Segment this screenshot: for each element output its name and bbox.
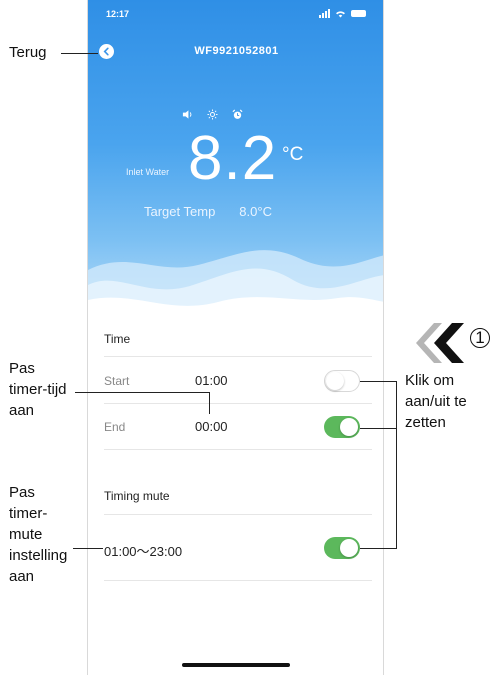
alarm-clock-icon — [232, 109, 243, 119]
annotation-back: Terug — [9, 44, 47, 61]
annotation-timer-time-3: aan — [9, 402, 35, 419]
start-time-value[interactable]: 01:00 — [195, 373, 228, 388]
target-temp-row: Target Temp 8.0°C — [144, 204, 272, 219]
step-number: 1 — [470, 328, 490, 348]
end-toggle[interactable] — [324, 416, 360, 438]
current-temperature: 8.2 — [188, 124, 278, 193]
annotation-line — [209, 392, 210, 414]
divider — [104, 403, 372, 404]
annotation-mute-3: mute — [9, 526, 43, 543]
toggle-knob — [340, 539, 358, 557]
annotation-line — [396, 381, 397, 549]
home-indicator — [182, 663, 290, 667]
annotation-toggle-2: aan/uit te — [405, 393, 467, 410]
inlet-water-label: Inlet Water — [126, 167, 170, 177]
signal-icon — [319, 9, 330, 18]
annotation-line — [360, 381, 396, 382]
hero-panel: 12:17 WF9921052801 Inlet Water 8.2 °C Ta… — [88, 0, 383, 325]
battery-icon — [351, 10, 366, 17]
speaker-icon — [182, 110, 192, 119]
annotation-line — [75, 392, 209, 393]
divider — [104, 449, 372, 450]
annotation-line — [73, 548, 103, 549]
target-temp-value: 8.0°C — [239, 204, 272, 219]
time-section-title: Time — [104, 332, 131, 346]
divider — [104, 514, 372, 515]
sun-icon — [207, 109, 218, 120]
wave-decoration — [88, 250, 383, 325]
temperature-unit: °C — [282, 144, 304, 165]
annotation-mute-4: instelling — [9, 547, 68, 564]
end-time-value[interactable]: 00:00 — [195, 419, 228, 434]
mode-icons — [182, 109, 243, 120]
annotation-line — [360, 548, 396, 549]
annotation-mute-1: Pas — [9, 484, 35, 501]
annotation-line — [61, 53, 98, 54]
status-bar: 12:17 — [102, 9, 370, 23]
target-temp-label: Target Temp — [144, 204, 216, 219]
phone-screen: 12:17 WF9921052801 Inlet Water 8.2 °C Ta… — [87, 0, 384, 675]
annotation-timer-time-1: Pas — [9, 360, 35, 377]
toggle-knob — [326, 372, 344, 390]
annotation-timer-time-2: timer-tijd — [9, 381, 67, 398]
divider — [104, 356, 372, 357]
device-title: WF9921052801 — [194, 45, 279, 57]
status-icons — [319, 9, 366, 18]
annotation-mute-5: aan — [9, 568, 35, 585]
start-label: Start — [104, 374, 130, 388]
mute-section-title: Timing mute — [104, 489, 170, 503]
end-label: End — [104, 420, 126, 434]
toggle-knob — [340, 418, 358, 436]
wifi-icon — [336, 10, 345, 18]
annotation-toggle-3: zetten — [405, 414, 446, 431]
annotation-toggle-1: Klik om — [405, 372, 455, 389]
annotation-line — [360, 428, 396, 429]
start-toggle[interactable] — [324, 370, 360, 392]
divider — [104, 580, 372, 581]
mute-toggle[interactable] — [324, 537, 360, 559]
status-time: 12:17 — [106, 9, 130, 19]
mute-range-value[interactable]: 01:00～23:00 — [104, 541, 182, 560]
annotation-mute-2: timer- — [9, 505, 48, 522]
